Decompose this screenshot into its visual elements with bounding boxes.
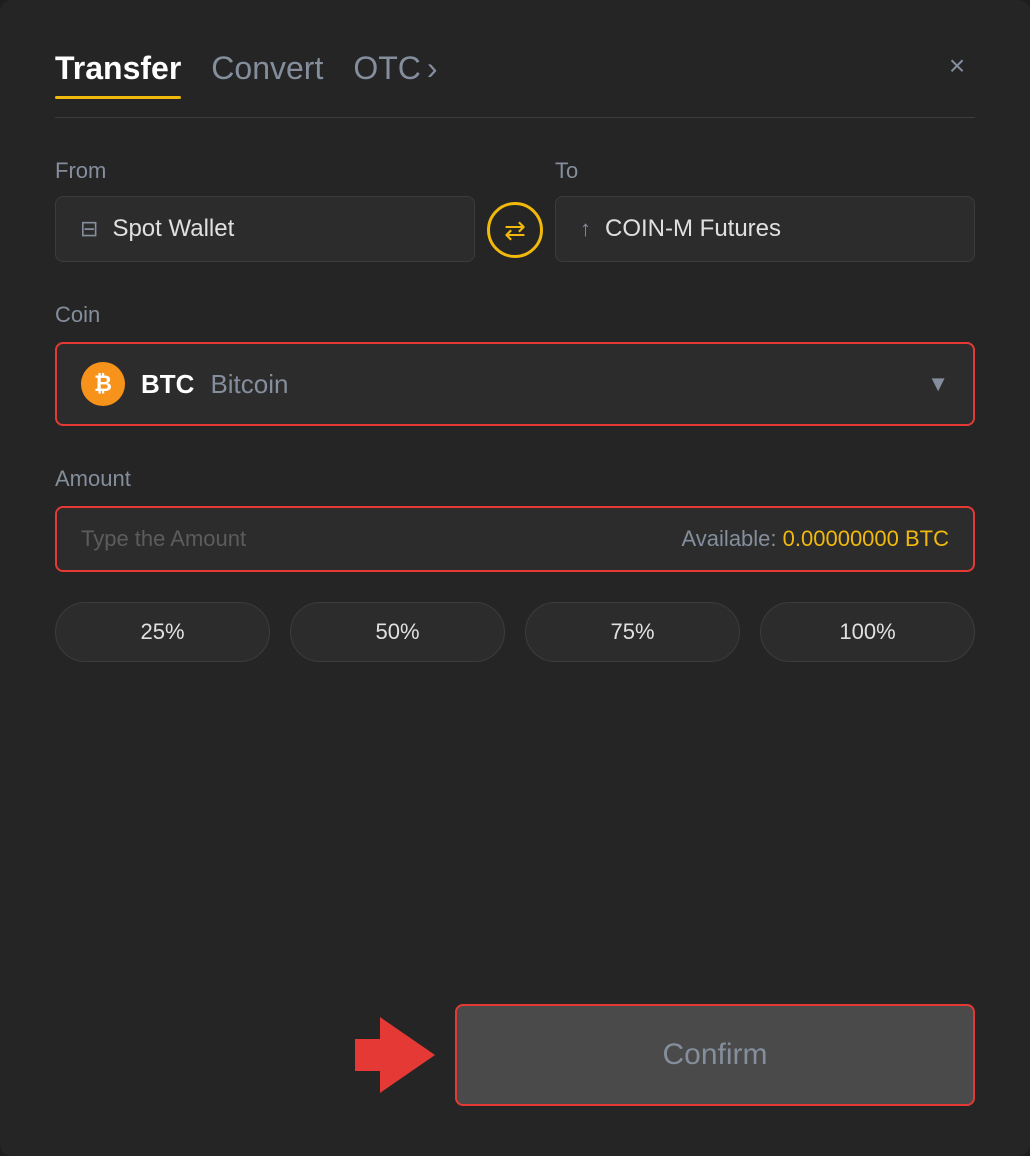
- pct-75-button[interactable]: 75%: [525, 602, 740, 662]
- tab-otc[interactable]: OTC ›: [353, 50, 437, 99]
- coin-full-name: Bitcoin: [210, 369, 288, 400]
- from-side: From ⊟ Spot Wallet: [55, 158, 475, 262]
- amount-placeholder: Type the Amount: [81, 526, 246, 552]
- to-side: To ↑ COIN-M Futures: [555, 158, 975, 262]
- percentage-row: 25% 50% 75% 100%: [55, 602, 975, 662]
- available-value: 0.00000000 BTC: [783, 526, 949, 551]
- amount-input-box[interactable]: Type the Amount Available: 0.00000000 BT…: [55, 506, 975, 572]
- swap-icon: ⇄: [504, 215, 526, 246]
- pct-100-button[interactable]: 100%: [760, 602, 975, 662]
- from-label: From: [55, 158, 475, 184]
- from-wallet-name: Spot Wallet: [112, 215, 234, 243]
- pct-25-button[interactable]: 25%: [55, 602, 270, 662]
- coin-symbol: BTC: [141, 369, 194, 400]
- tab-convert[interactable]: Convert: [211, 50, 323, 99]
- btc-icon: ₿: [81, 362, 125, 406]
- card-icon: ⊟: [80, 216, 98, 242]
- confirm-button[interactable]: Confirm: [455, 1004, 975, 1106]
- arrow-right-icon: [380, 1017, 435, 1093]
- tab-transfer[interactable]: Transfer: [55, 50, 181, 99]
- futures-icon: ↑: [580, 216, 591, 242]
- arrow-wrapper: [255, 1017, 455, 1093]
- chevron-right-icon: ›: [427, 50, 438, 87]
- to-wallet-selector[interactable]: ↑ COIN-M Futures: [555, 196, 975, 262]
- coin-label: Coin: [55, 302, 975, 328]
- to-wallet-name: COIN-M Futures: [605, 215, 781, 243]
- coin-section: Coin ₿ BTC Bitcoin ▼: [55, 302, 975, 466]
- modal-header: Transfer Convert OTC ›: [55, 50, 975, 99]
- pct-50-button[interactable]: 50%: [290, 602, 505, 662]
- transfer-from-to-row: From ⊟ Spot Wallet ⇄ To ↑ COIN-M Futures: [55, 158, 975, 262]
- from-wallet-selector[interactable]: ⊟ Spot Wallet: [55, 196, 475, 262]
- chevron-down-icon: ▼: [927, 371, 949, 397]
- confirm-row: Confirm: [55, 1004, 975, 1106]
- coin-selector[interactable]: ₿ BTC Bitcoin ▼: [55, 342, 975, 426]
- swap-button[interactable]: ⇄: [487, 202, 543, 258]
- to-label: To: [555, 158, 975, 184]
- amount-section: Amount Type the Amount Available: 0.0000…: [55, 466, 975, 602]
- close-button[interactable]: ×: [939, 48, 975, 84]
- amount-label: Amount: [55, 466, 975, 492]
- transfer-modal: Transfer Convert OTC › × From ⊟ Spot Wal…: [0, 0, 1030, 1156]
- header-divider: [55, 117, 975, 118]
- amount-available: Available: 0.00000000 BTC: [682, 526, 949, 552]
- swap-button-wrapper: ⇄: [475, 202, 555, 262]
